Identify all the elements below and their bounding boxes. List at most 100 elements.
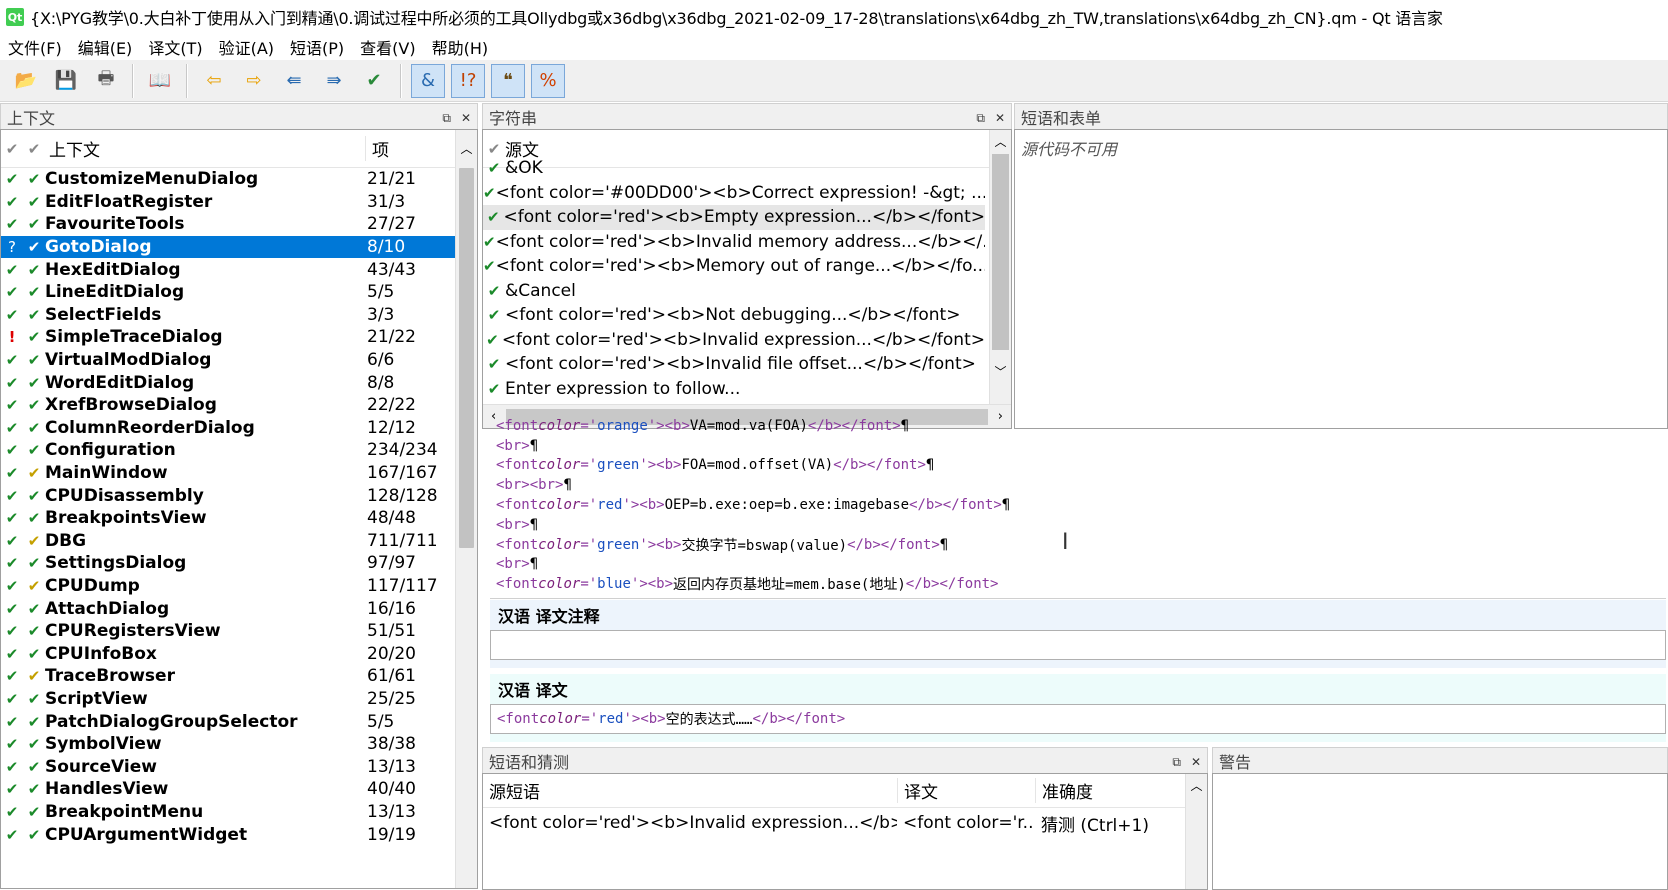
context-row[interactable]: ✔ ✔ CPURegistersView 51/51	[1, 620, 477, 643]
source-string: &OK	[505, 158, 543, 179]
context-row[interactable]: ✔ ✔ BreakpointsView 48/48	[1, 507, 477, 530]
context-row[interactable]: ✔ ✔ HandlesView 40/40	[1, 778, 477, 801]
dock-close-icon[interactable]: ✕	[1191, 755, 1201, 769]
context-row[interactable]: ? ✔ GotoDialog 8/10	[1, 235, 477, 259]
context-row[interactable]: ✔ ✔ EditFloatRegister 31/3	[1, 191, 477, 214]
string-row[interactable]: ✔ <font color='red'><b>Invalid file offse…	[483, 352, 985, 377]
strings-list[interactable]: ✔ 源文 ✔ &OK ✔ <font color='#00DD00'><b>Corre…	[482, 129, 1012, 429]
col-accuracy-header[interactable]: 准确度	[1035, 778, 1175, 803]
scroll-up-icon[interactable]: ︿	[990, 130, 1011, 154]
status-icon: ✔	[5, 667, 19, 686]
context-row[interactable]: ✔ ✔ HexEditDialog 43/43	[1, 258, 477, 281]
guess-scrollbar[interactable]: ︿	[1185, 774, 1207, 889]
context-row[interactable]: ✔ ✔ LineEditDialog 5/5	[1, 281, 477, 304]
code-token: color	[538, 576, 581, 593]
menu-item-1[interactable]: 编辑(E)	[70, 35, 141, 59]
dock-float-icon[interactable]: ⧉	[976, 111, 985, 125]
done-check-icon: ✔	[27, 464, 41, 483]
context-row[interactable]: ✔ ✔ CPUDump 117/117	[1, 575, 477, 598]
context-row[interactable]: ✔ ✔ ColumnReorderDialog 12/12	[1, 417, 477, 440]
context-row[interactable]: ✔ ✔ CPUArgumentWidget 19/19	[1, 823, 477, 846]
strings-vscrollbar[interactable]: ︿ ﹀	[989, 130, 1011, 406]
print-icon[interactable]: 🖶	[89, 64, 123, 98]
col-items-header[interactable]: 项	[365, 136, 445, 161]
open-folder-icon[interactable]: 📂	[9, 64, 43, 98]
context-count: 61/61	[367, 666, 416, 687]
prev-arrow-icon[interactable]: ⇦	[197, 64, 231, 98]
next-unfinished-icon[interactable]: ⇛	[317, 64, 351, 98]
menu-item-6[interactable]: 帮助(H)	[424, 35, 497, 59]
placeholder-check-icon[interactable]: %	[531, 63, 565, 98]
context-row[interactable]: ✔ ✔ SettingsDialog 97/97	[1, 552, 477, 575]
scroll-up-icon[interactable]: ︿	[456, 130, 477, 168]
string-row[interactable]: ✔ <font color='red'><b>Invalid expression…	[483, 328, 985, 353]
strings-dock-titlebar: 字符串 ⧉ ✕	[482, 103, 1012, 129]
menu-item-2[interactable]: 译文(T)	[140, 35, 210, 59]
context-row[interactable]: ✔ ✔ SymbolView 38/38	[1, 733, 477, 756]
punctuation-check-icon[interactable]: !?	[451, 63, 485, 98]
context-row[interactable]: ✔ ✔ Configuration 234/234	[1, 439, 477, 462]
context-row[interactable]: ✔ ✔ WordEditDialog 8/8	[1, 371, 477, 394]
menu-item-5[interactable]: 查看(V)	[352, 35, 423, 59]
string-row[interactable]: ✔ <font color='red'><b>Memory out of rang…	[483, 254, 985, 279]
done-next-icon[interactable]: ✔	[357, 64, 391, 98]
context-row[interactable]: ✔ ✔ MainWindow 167/167	[1, 462, 477, 485]
context-row[interactable]: ✔ ✔ AttachDialog 16/16	[1, 597, 477, 620]
context-row[interactable]: ! ✔ SimpleTraceDialog 21/22	[1, 326, 477, 349]
context-row[interactable]: ✔ ✔ PatchDialogGroupSelector 5/5	[1, 710, 477, 733]
phrasebook-icon[interactable]: 📖	[143, 64, 177, 98]
menu-item-0[interactable]: 文件(F)	[0, 35, 70, 59]
context-row[interactable]: ✔ ✔ SourceView 13/13	[1, 755, 477, 778]
phrase-match-icon[interactable]: ❝	[491, 63, 525, 98]
scroll-up-icon[interactable]: ︿	[1186, 774, 1207, 798]
dock-float-icon[interactable]: ⧉	[442, 111, 451, 125]
string-row[interactable]: ✔ <font color='red'><b>Invalid memory add…	[483, 230, 985, 255]
dock-float-icon[interactable]: ⧉	[1172, 755, 1181, 769]
accelerator-check-icon[interactable]: &	[411, 63, 445, 98]
comment-input[interactable]	[490, 630, 1666, 660]
context-scrollbar[interactable]: ︿	[455, 130, 477, 888]
scroll-thumb[interactable]	[992, 154, 1009, 350]
dock-close-icon[interactable]: ✕	[461, 111, 471, 125]
context-row[interactable]: ✔ ✔ TraceBrowser 61/61	[1, 665, 477, 688]
col-source-header[interactable]: 源文	[505, 136, 539, 161]
save-icon[interactable]: 💾	[49, 64, 83, 98]
string-row[interactable]: ✔ <font color='#00DD00'><b>Correct expres…	[483, 181, 985, 206]
context-row[interactable]: ✔ ✔ FavouriteTools 27/27	[1, 213, 477, 236]
col-translation-header[interactable]: 译文	[897, 778, 1035, 803]
dock-close-icon[interactable]: ✕	[995, 111, 1005, 125]
status-icon: ✔	[5, 599, 19, 618]
context-row[interactable]: ✔ ✔ SelectFields 3/3	[1, 304, 477, 327]
string-row[interactable]: ✔ &Cancel	[483, 279, 985, 304]
context-row[interactable]: ✔ ✔ CPUDisassembly 128/128	[1, 484, 477, 507]
col-source-phrase-header[interactable]: 源短语	[483, 778, 897, 803]
scroll-thumb[interactable]	[459, 168, 474, 548]
code-token: color	[538, 417, 581, 434]
menu-item-3[interactable]: 验证(A)	[211, 35, 282, 59]
string-row[interactable]: ✔ <font color='red'><b>Empty expression..…	[483, 205, 985, 230]
guess-row[interactable]: <font color='red'><b>Invalid expression.…	[483, 808, 1207, 838]
status-icon: ✔	[5, 712, 19, 731]
string-row[interactable]: ✔ Enter expression to follow...	[483, 377, 985, 402]
context-tree[interactable]: ✔ ✔ 上下文 项 ✔ ✔ CustomizeMenuDialog 21/21 ✔ ✔ Ed…	[0, 129, 478, 889]
context-row[interactable]: ✔ ✔ VirtualModDialog 6/6	[1, 349, 477, 372]
prev-unfinished-icon[interactable]: ⇚	[277, 64, 311, 98]
guess-table[interactable]: 源短语 译文 准确度 <font color='red'><b>Invalid …	[482, 773, 1208, 890]
context-row[interactable]: ✔ ✔ XrefBrowseDialog 22/22	[1, 394, 477, 417]
context-row[interactable]: ✔ ✔ BreakpointMenu 13/13	[1, 801, 477, 824]
menu-item-4[interactable]: 短语(P)	[282, 35, 352, 59]
context-row[interactable]: ✔ ✔ CPUInfoBox 20/20	[1, 642, 477, 665]
status-icon: ?	[8, 238, 16, 257]
status-icon: ✔	[5, 170, 19, 189]
context-row[interactable]: ✔ ✔ ScriptView 25/25	[1, 688, 477, 711]
source-text-view[interactable]: <font color =' orange '><b> VA=mod.va(FOA) </…	[490, 416, 1660, 598]
string-row[interactable]: ✔ &OK	[483, 156, 985, 181]
context-row[interactable]: ✔ ✔ CustomizeMenuDialog 21/21	[1, 168, 477, 191]
context-row[interactable]: ✔ ✔ DBG 711/711	[1, 530, 477, 553]
scroll-down-icon[interactable]: ﹀	[990, 350, 1011, 380]
translation-input[interactable]: <font color =' red '><b> 空的表达式…… </b></font>	[490, 704, 1666, 734]
done-check-icon: ✔	[487, 159, 501, 178]
next-arrow-icon[interactable]: ⇨	[237, 64, 271, 98]
string-row[interactable]: ✔ <font color='red'><b>Not debugging...</…	[483, 303, 985, 328]
col-context-header[interactable]: 上下文	[45, 136, 365, 161]
